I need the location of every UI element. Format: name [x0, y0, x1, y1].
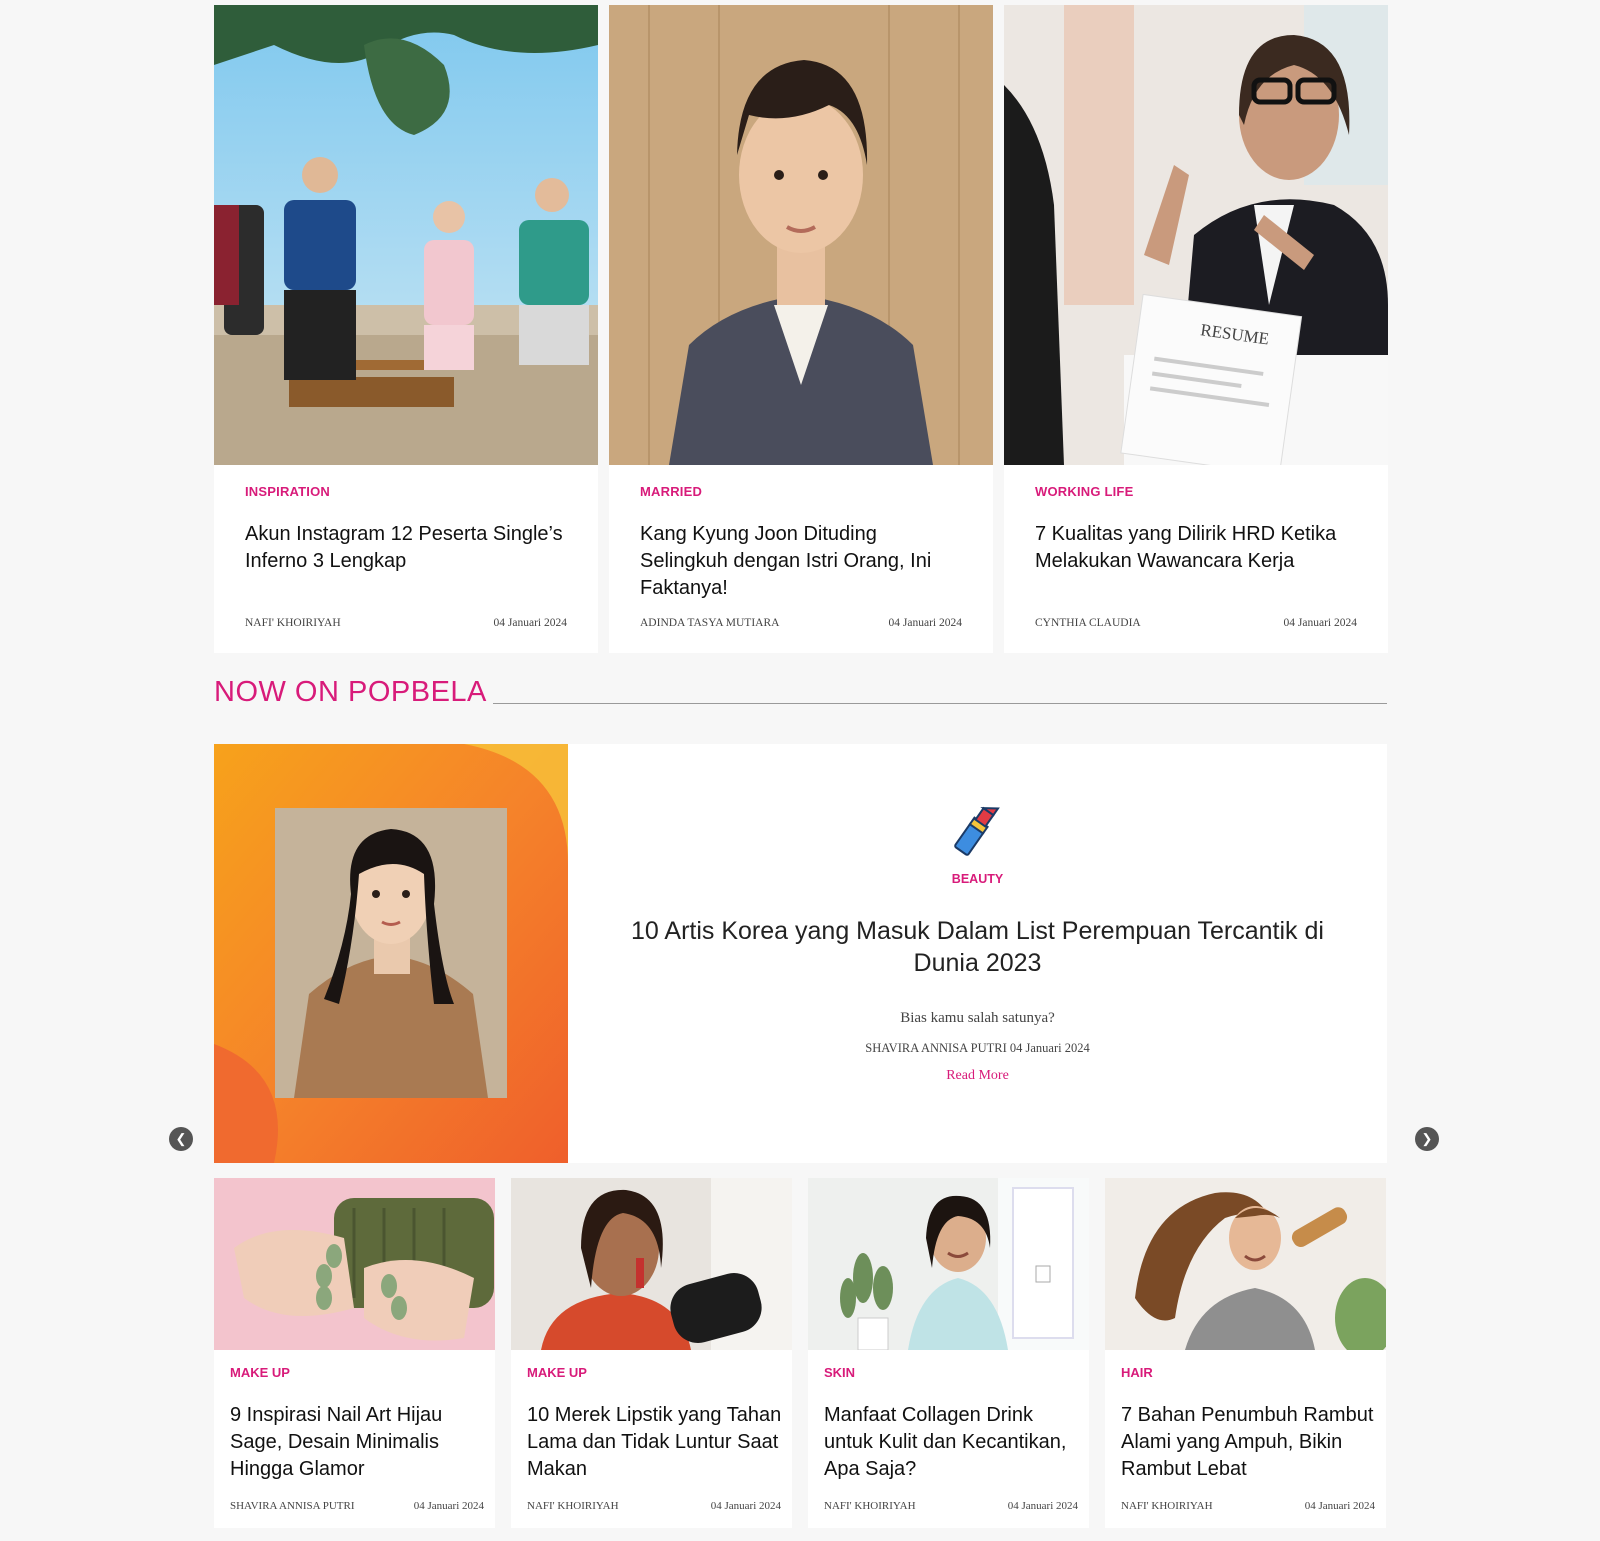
article-title[interactable]: 7 Kualitas yang Dilirik HRD Ketika Melak…: [1035, 521, 1365, 575]
article-card[interactable]: RESUME WORKING LIFE 7 Kualitas yang Dili…: [1004, 5, 1388, 653]
article-image[interactable]: RESUME: [1004, 5, 1388, 465]
article-title[interactable]: 9 Inspirasi Nail Art Hijau Sage, Desain …: [230, 1402, 488, 1483]
article-title[interactable]: Kang Kyung Joon Dituding Selingkuh denga…: [640, 521, 970, 602]
bottom-articles-row: MAKE UP 9 Inspirasi Nail Art Hijau Sage,…: [214, 1178, 1387, 1528]
featured-category[interactable]: BEAUTY: [568, 872, 1387, 886]
article-title[interactable]: Manfaat Collagen Drink untuk Kulit dan K…: [824, 1402, 1082, 1483]
article-date: 04 Januari 2024: [888, 617, 962, 629]
featured-author: SHAVIRA ANNISA PUTRI: [865, 1041, 1007, 1055]
article-author: CYNTHIA CLAUDIA: [1035, 617, 1141, 629]
section-divider: [493, 703, 1387, 704]
article-card[interactable]: MARRIED Kang Kyung Joon Dituding Selingk…: [609, 5, 993, 653]
featured-article[interactable]: BEAUTY 10 Artis Korea yang Masuk Dalam L…: [214, 744, 1387, 1163]
article-date: 04 Januari 2024: [493, 617, 567, 629]
featured-title[interactable]: 10 Artis Korea yang Masuk Dalam List Per…: [608, 915, 1347, 979]
article-date: 04 Januari 2024: [710, 1500, 781, 1512]
article-category[interactable]: SKIN: [824, 1365, 855, 1380]
article-image[interactable]: [214, 5, 598, 465]
article-image[interactable]: [609, 5, 993, 465]
top-articles-row: INSPIRATION Akun Instagram 12 Peserta Si…: [214, 5, 1388, 653]
read-more-link[interactable]: Read More: [568, 1068, 1387, 1084]
article-category[interactable]: WORKING LIFE: [1035, 484, 1133, 499]
featured-body: BEAUTY 10 Artis Korea yang Masuk Dalam L…: [568, 744, 1387, 1163]
article-image[interactable]: [1105, 1178, 1386, 1350]
article-title[interactable]: 7 Bahan Penumbuh Rambut Alami yang Ampuh…: [1121, 1402, 1379, 1483]
article-card[interactable]: MAKE UP 9 Inspirasi Nail Art Hijau Sage,…: [214, 1178, 495, 1528]
article-author: ADINDA TASYA MUTIARA: [640, 617, 780, 629]
article-card[interactable]: MAKE UP 10 Merek Lipstik yang Tahan Lama…: [511, 1178, 792, 1528]
article-author: SHAVIRA ANNISA PUTRI: [230, 1500, 355, 1512]
chevron-right-icon[interactable]: ❯: [1415, 1127, 1439, 1151]
lipstick-icon: [954, 806, 1000, 856]
article-image[interactable]: [511, 1178, 792, 1350]
featured-subtitle: Bias kamu salah satunya?: [900, 1010, 1055, 1026]
article-date: 04 Januari 2024: [1007, 1500, 1078, 1512]
featured-date: 04 Januari 2024: [1009, 1041, 1090, 1055]
article-image[interactable]: [214, 1178, 495, 1350]
article-category[interactable]: MAKE UP: [230, 1365, 290, 1380]
chevron-left-icon[interactable]: ❮: [169, 1127, 193, 1151]
article-card[interactable]: SKIN Manfaat Collagen Drink untuk Kulit …: [808, 1178, 1089, 1528]
article-date: 04 Januari 2024: [1283, 617, 1357, 629]
section-title: NOW ON POPBELA: [214, 676, 487, 708]
article-image[interactable]: [808, 1178, 1089, 1350]
featured-meta: SHAVIRA ANNISA PUTRI 04 Januari 2024: [568, 1041, 1387, 1056]
article-author: NAFI' KHOIRIYAH: [245, 617, 341, 629]
article-title[interactable]: 10 Merek Lipstik yang Tahan Lama dan Tid…: [527, 1402, 785, 1483]
article-date: 04 Januari 2024: [413, 1500, 484, 1512]
article-date: 04 Januari 2024: [1304, 1500, 1375, 1512]
article-author: NAFI' KHOIRIYAH: [527, 1500, 619, 1512]
article-category[interactable]: MARRIED: [640, 484, 702, 499]
article-category[interactable]: INSPIRATION: [245, 484, 330, 499]
article-author: NAFI' KHOIRIYAH: [1121, 1500, 1213, 1512]
article-card[interactable]: INSPIRATION Akun Instagram 12 Peserta Si…: [214, 5, 598, 653]
article-title[interactable]: Akun Instagram 12 Peserta Single’s Infer…: [245, 521, 575, 575]
article-category[interactable]: HAIR: [1121, 1365, 1153, 1380]
article-author: NAFI' KHOIRIYAH: [824, 1500, 916, 1512]
featured-image[interactable]: [214, 744, 568, 1163]
article-card[interactable]: HAIR 7 Bahan Penumbuh Rambut Alami yang …: [1105, 1178, 1386, 1528]
article-category[interactable]: MAKE UP: [527, 1365, 587, 1380]
